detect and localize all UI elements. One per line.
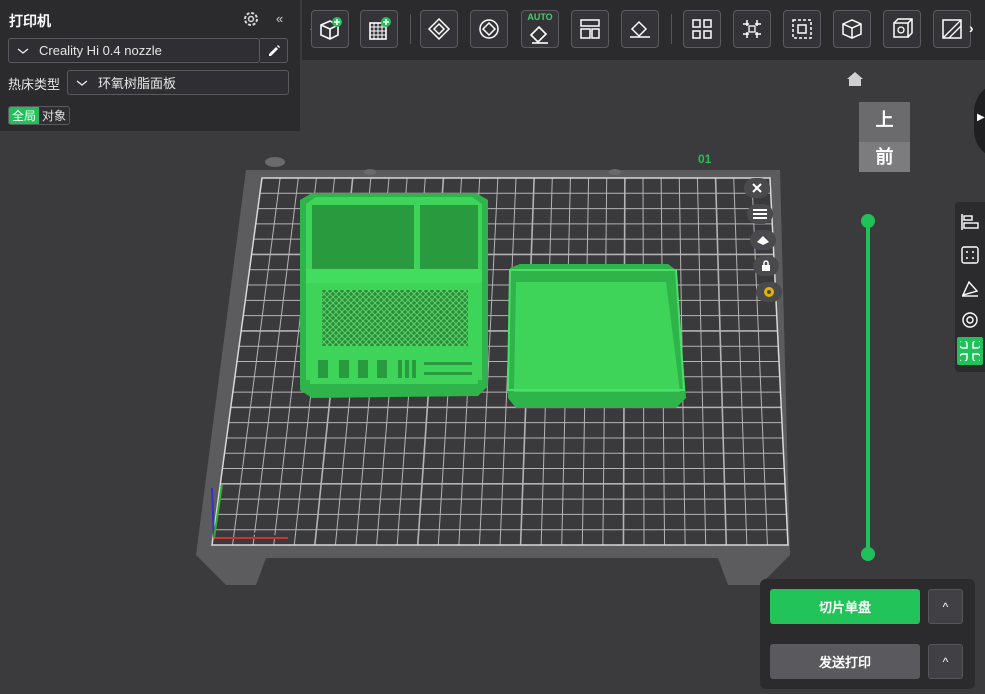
paint-button[interactable] xyxy=(957,274,983,302)
gear-icon[interactable] xyxy=(242,10,260,28)
printer-panel: 打印机 « Creality Hi 0.4 nozzle 热床类型 环氧树脂面板… xyxy=(0,0,300,131)
plate-number-label: 01 xyxy=(698,152,712,166)
collapse-left-icon[interactable]: « xyxy=(276,11,283,26)
filament-icon xyxy=(962,312,978,328)
view-cube-top-face[interactable]: 上 xyxy=(859,106,910,132)
add-object-icon xyxy=(320,17,342,40)
model-organizer-box[interactable] xyxy=(300,193,488,398)
scope-toggle: 全局 对象 xyxy=(8,106,71,125)
seam-paint-button[interactable] xyxy=(783,10,821,48)
auto-label: AUTO xyxy=(527,12,553,22)
assemble-icon xyxy=(960,341,980,361)
slice-options-caret[interactable]: ^ xyxy=(928,589,963,624)
list-icon[interactable] xyxy=(747,204,773,224)
cut-button[interactable] xyxy=(683,10,721,48)
support-paint-button[interactable] xyxy=(733,10,771,48)
view-cube-front-face[interactable]: 前 xyxy=(859,142,910,172)
split-button[interactable] xyxy=(571,10,609,48)
arrange-button[interactable] xyxy=(420,10,458,48)
text-icon xyxy=(942,19,962,39)
seam-paint-icon xyxy=(792,19,812,39)
lay-on-face-button[interactable] xyxy=(621,10,659,48)
paint-icon xyxy=(961,280,979,297)
model-lid[interactable] xyxy=(506,264,686,408)
align-icon xyxy=(961,214,979,230)
slice-plate-button[interactable]: 切片单盘 xyxy=(770,589,920,624)
align-button[interactable] xyxy=(957,208,983,236)
grid-icon xyxy=(961,246,979,264)
orient-icon[interactable] xyxy=(750,230,776,250)
assemble-button[interactable] xyxy=(957,337,983,365)
arrange-icon xyxy=(427,17,451,41)
split-icon xyxy=(580,19,600,39)
filament-button[interactable] xyxy=(957,306,983,334)
printer-select[interactable]: Creality Hi 0.4 nozzle xyxy=(8,38,260,63)
add-object-button[interactable] xyxy=(311,10,349,48)
assembly-button[interactable] xyxy=(883,10,921,48)
pencil-icon xyxy=(268,44,280,56)
add-plate-icon xyxy=(369,17,391,40)
action-panel: 切片单盘 ^ 发送打印 ^ xyxy=(760,579,975,689)
auto-orient-icon xyxy=(529,25,548,44)
layer-slider[interactable] xyxy=(861,214,875,562)
bed-type-value: 环氧树脂面板 xyxy=(98,76,177,91)
rotate-icon xyxy=(479,19,499,39)
assembly-icon xyxy=(893,18,913,38)
home-icon[interactable] xyxy=(845,70,865,88)
add-plate-button[interactable] xyxy=(360,10,398,48)
cut-icon xyxy=(692,19,712,39)
printer-select-value: Creality Hi 0.4 nozzle xyxy=(39,43,162,58)
send-print-button[interactable]: 发送打印 xyxy=(770,644,920,679)
top-toolbar: ‹ AUTO xyxy=(302,0,985,60)
chevron-right-icon[interactable]: › xyxy=(969,20,974,36)
side-toolbar xyxy=(955,202,985,372)
settings-icon[interactable] xyxy=(756,282,782,302)
layer-slider-top-handle[interactable] xyxy=(861,214,875,228)
rotate-button[interactable] xyxy=(470,10,508,48)
send-options-caret[interactable]: ^ xyxy=(928,644,963,679)
measure-button[interactable] xyxy=(833,10,871,48)
chevron-down-icon xyxy=(17,47,29,54)
chevron-right-icon: ▶ xyxy=(977,112,985,123)
tab-global[interactable]: 全局 xyxy=(9,107,40,124)
layer-slider-bottom-handle[interactable] xyxy=(861,547,875,561)
support-paint-icon xyxy=(743,20,761,38)
measure-icon xyxy=(842,19,862,39)
printer-panel-title: 打印机 xyxy=(9,13,51,29)
auto-orient-button[interactable]: AUTO xyxy=(521,10,559,48)
bed-type-label: 热床类型 xyxy=(8,77,61,92)
build-plate xyxy=(196,157,790,585)
lay-on-face-icon xyxy=(630,20,650,38)
layer-slider-track[interactable] xyxy=(866,220,870,554)
grid-button[interactable] xyxy=(957,241,983,269)
close-icon[interactable] xyxy=(744,178,770,198)
edit-printer-button[interactable] xyxy=(260,38,288,63)
text-tool-button[interactable] xyxy=(933,10,971,48)
view-cube[interactable]: 上 前 xyxy=(859,102,910,172)
tab-object[interactable]: 对象 xyxy=(39,107,70,124)
chevron-down-icon xyxy=(76,79,88,86)
bed-type-select[interactable]: 环氧树脂面板 xyxy=(67,70,289,95)
lock-icon[interactable] xyxy=(753,256,779,276)
